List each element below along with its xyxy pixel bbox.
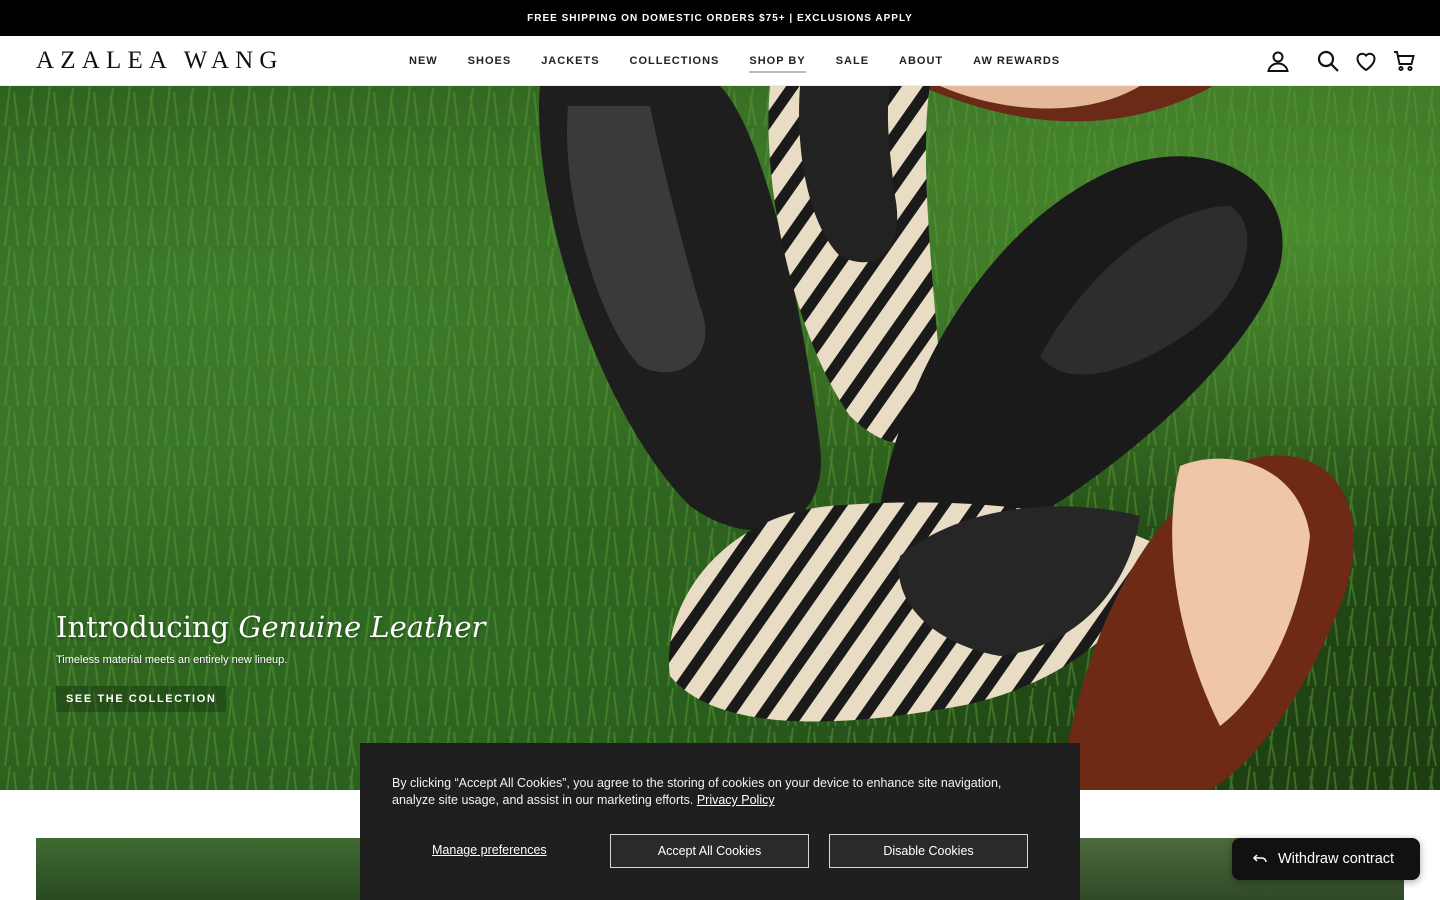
cookie-text: By clicking “Accept All Cookies”, you ag… (392, 775, 1042, 809)
hero-banner: Introducing Genuine Leather Timeless mat… (0, 86, 1440, 790)
brand-logo[interactable]: AZALEA WANG (36, 46, 284, 76)
nav-item-sale[interactable]: SALE (836, 36, 869, 86)
nav-item-new[interactable]: NEW (409, 36, 438, 86)
hero-title-plain: Introducing (56, 610, 230, 644)
privacy-policy-link[interactable]: Privacy Policy (697, 793, 775, 807)
see-collection-button[interactable]: SEE THE COLLECTION (56, 686, 227, 712)
main-nav: NEW SHOES JACKETS COLLECTIONS SHOP BY SA… (409, 36, 1090, 86)
nav-item-jackets[interactable]: JACKETS (541, 36, 599, 86)
announcement-text: FREE SHIPPING ON DOMESTIC ORDERS $75+ | … (527, 12, 913, 24)
cart-icon[interactable] (1392, 49, 1416, 73)
nav-item-shop-by[interactable]: SHOP BY (749, 36, 807, 86)
site-header: AZALEA WANG NEW SHOES JACKETS COLLECTION… (0, 36, 1440, 86)
nav-item-shoes[interactable]: SHOES (468, 36, 512, 86)
header-icons (1252, 36, 1416, 86)
withdraw-contract-button[interactable]: Withdraw contract (1232, 838, 1420, 880)
nav-item-collections[interactable]: COLLECTIONS (630, 36, 720, 86)
accept-cookies-button[interactable]: Accept All Cookies (610, 834, 809, 868)
hero-title-italic: Genuine Leather (238, 610, 486, 644)
announcement-bar: FREE SHIPPING ON DOMESTIC ORDERS $75+ | … (0, 0, 1440, 36)
hero-image (0, 86, 1440, 790)
manage-preferences-link[interactable]: Manage preferences (432, 843, 547, 857)
withdraw-contract-label: Withdraw contract (1278, 851, 1395, 867)
hero-title: Introducing Genuine Leather (56, 610, 485, 644)
disable-cookies-button[interactable]: Disable Cookies (829, 834, 1028, 868)
search-icon[interactable] (1316, 49, 1340, 73)
hero-subtitle: Timeless material meets an entirely new … (56, 654, 288, 666)
nav-item-about[interactable]: ABOUT (899, 36, 943, 86)
cookie-banner: By clicking “Accept All Cookies”, you ag… (360, 743, 1080, 900)
account-icon[interactable] (1266, 49, 1290, 73)
collection-tile-left[interactable] (36, 838, 360, 900)
heart-icon[interactable] (1354, 49, 1378, 73)
nav-item-aw-rewards[interactable]: AW REWARDS (973, 36, 1060, 86)
undo-icon (1252, 854, 1267, 863)
